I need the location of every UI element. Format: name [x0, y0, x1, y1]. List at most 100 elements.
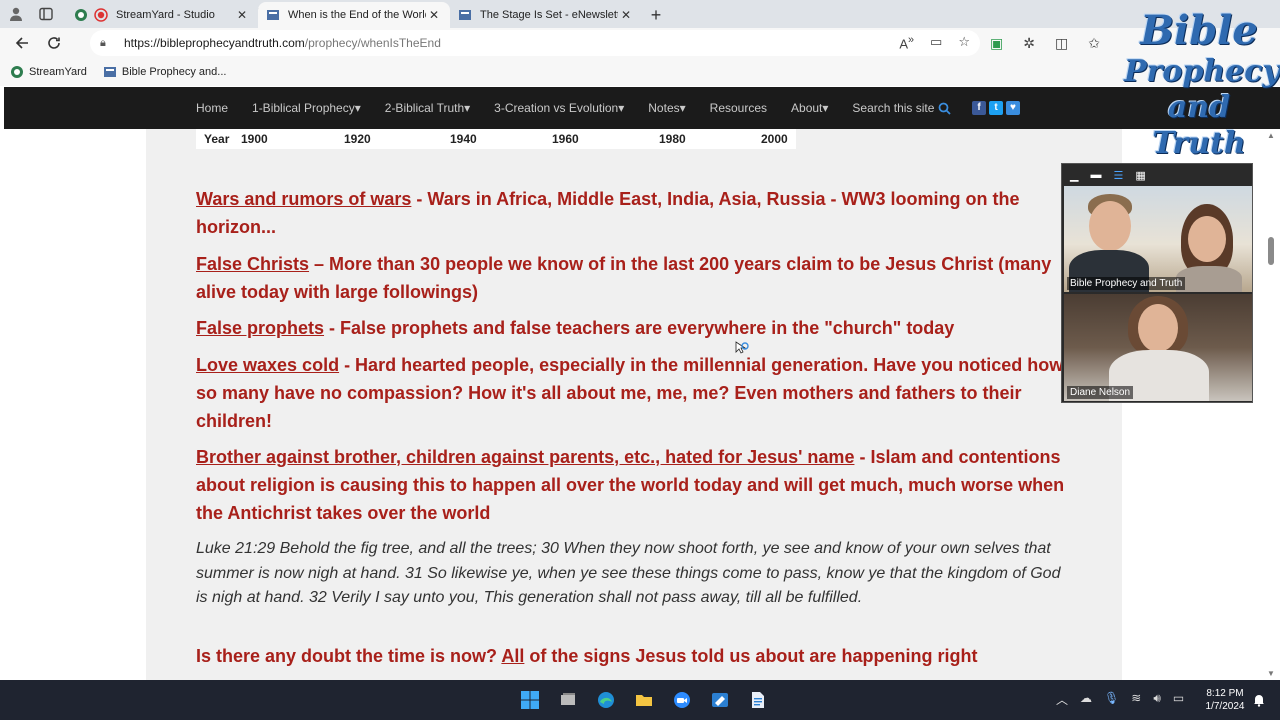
- nav-biblical-truth[interactable]: 2-Biblical Truth▾: [373, 101, 482, 115]
- camera-label: Diane Nelson: [1067, 386, 1134, 399]
- email-icon[interactable]: ♥: [1006, 101, 1020, 115]
- minimize-icon[interactable]: ▁: [1070, 169, 1078, 182]
- extension-green-icon[interactable]: ▣: [990, 35, 1003, 52]
- browser-tab-strip: StreamYard - Studio ✕ When is the End of…: [0, 0, 1280, 28]
- favorite-star-icon[interactable]: ☆: [958, 34, 970, 51]
- site-favicon-icon: [459, 10, 471, 20]
- lock-icon[interactable]: 🔒︎: [100, 37, 118, 50]
- sign-false-prophets: False prophets - False prophets and fals…: [196, 318, 955, 338]
- back-arrow-icon: [15, 37, 28, 49]
- clock-date: 1/7/2024: [1205, 701, 1245, 712]
- caret-down-icon: ▾: [679, 101, 686, 115]
- nav-biblical-prophecy[interactable]: 1-Biblical Prophecy▾: [240, 101, 373, 115]
- document-taskbar-button[interactable]: [746, 688, 770, 712]
- folder-icon: [636, 695, 652, 706]
- volume-icon[interactable]: 🔊︎: [1153, 691, 1161, 708]
- mouse-cursor-icon: [735, 341, 749, 354]
- url-host: https://bibleprophecyandtruth.com: [124, 36, 305, 50]
- refresh-button[interactable]: [38, 29, 70, 57]
- nav-about[interactable]: About▾: [779, 101, 840, 115]
- sign-brother-against-brother: Brother against brother, children agains…: [196, 447, 1065, 523]
- taskbar-clock[interactable]: 8:12 PM 1/7/2024: [1200, 687, 1250, 713]
- scrollbar-thumb[interactable]: [1268, 237, 1274, 265]
- sign-link[interactable]: Brother against brother, children agains…: [196, 447, 854, 467]
- new-tab-button[interactable]: +: [642, 2, 670, 28]
- tab-title: The Stage Is Set - eNewsletter: [480, 9, 618, 21]
- close-tab-icon[interactable]: ✕: [426, 8, 442, 22]
- sign-wars: Wars and rumors of wars - Wars in Africa…: [196, 189, 1020, 237]
- app-taskbar-button[interactable]: [708, 688, 732, 712]
- tab-when-is-the-end[interactable]: When is the End of the World - B ✕: [258, 2, 450, 28]
- site-navigation: Home 1-Biblical Prophecy▾ 2-Biblical Tru…: [4, 87, 1280, 129]
- zoom-taskbar-button[interactable]: [670, 688, 694, 712]
- close-tab-icon[interactable]: ✕: [234, 8, 250, 22]
- video-layout-toolbar: ▁ ▬ ☰ ▦: [1062, 164, 1254, 186]
- axis-tick: 1920: [344, 132, 371, 146]
- camera-label: Bible Prophecy and Truth: [1067, 277, 1186, 290]
- nav-creation-vs-evolution[interactable]: 3-Creation vs Evolution▾: [482, 101, 636, 115]
- sign-link[interactable]: False Christs: [196, 254, 309, 274]
- facebook-icon[interactable]: f: [972, 101, 986, 115]
- sign-link[interactable]: Wars and rumors of wars: [196, 189, 411, 209]
- file-explorer-button[interactable]: [632, 688, 656, 712]
- browser-toolbar: 🔒︎ https://bibleprophecyandtruth.com/pro…: [0, 28, 1280, 58]
- caret-down-icon: ▾: [464, 101, 471, 115]
- battery-icon[interactable]: ▭: [1173, 691, 1184, 708]
- bookmark-streamyard[interactable]: StreamYard: [10, 65, 87, 79]
- camera-feed-1: Bible Prophecy and Truth: [1064, 186, 1252, 292]
- edge-taskbar-button[interactable]: [594, 688, 618, 712]
- axis-tick: 1980: [659, 132, 686, 146]
- all-link[interactable]: All: [501, 646, 524, 666]
- task-view-button[interactable]: [556, 688, 580, 712]
- tab-stage-is-set[interactable]: The Stage Is Set - eNewsletter ✕: [450, 2, 642, 28]
- immersive-reader-icon[interactable]: ▭: [930, 34, 942, 51]
- address-bar[interactable]: 🔒︎ https://bibleprophecyandtruth.com/pro…: [90, 30, 980, 56]
- microphone-icon[interactable]: 🎙︎: [1104, 691, 1119, 708]
- axis-tick: 1940: [450, 132, 477, 146]
- favorites-icon[interactable]: ✩: [1088, 35, 1100, 52]
- caret-down-icon: ▾: [354, 101, 361, 115]
- site-search[interactable]: Search this site: [840, 101, 952, 115]
- streamyard-favicon-icon: [75, 9, 87, 21]
- person-face: [1089, 201, 1131, 251]
- twitter-icon[interactable]: t: [989, 101, 1003, 115]
- axis-tick: 2000: [761, 132, 788, 146]
- compact-layout-icon[interactable]: ▬: [1090, 169, 1101, 181]
- notification-bell-icon[interactable]: [1252, 693, 1266, 707]
- recording-icon: [94, 8, 108, 22]
- caret-down-icon: ▾: [618, 101, 625, 115]
- nav-notes[interactable]: Notes▾: [636, 101, 697, 115]
- sign-link[interactable]: False prophets: [196, 318, 324, 338]
- start-button[interactable]: [518, 688, 542, 712]
- nav-home[interactable]: Home: [184, 101, 240, 115]
- split-screen-icon[interactable]: ◫: [1055, 35, 1068, 52]
- tab-actions-icon[interactable]: [38, 6, 54, 22]
- page-scrollbar[interactable]: ▲ ▼: [1265, 129, 1277, 680]
- stacked-layout-icon[interactable]: ☰: [1113, 169, 1123, 182]
- show-hidden-icons-icon[interactable]: ︿: [1056, 691, 1068, 708]
- wifi-icon[interactable]: ≋: [1131, 691, 1141, 708]
- article-content: Year 1900 1920 1940 1960 1980 2000 Wars …: [146, 129, 1122, 680]
- scroll-down-icon[interactable]: ▼: [1267, 669, 1275, 678]
- profile-icon[interactable]: [8, 6, 24, 22]
- onedrive-cloud-icon[interactable]: ☁: [1080, 691, 1092, 708]
- tab-streamyard[interactable]: StreamYard - Studio ✕: [66, 2, 259, 28]
- refresh-icon: [48, 37, 60, 49]
- bible-prophecy-logo: Bible Prophecy and Truth: [1124, 8, 1280, 162]
- url-path: /prophecy/whenIsTheEnd: [304, 36, 441, 50]
- site-favicon-icon: [267, 10, 279, 20]
- camera-feed-2: Diane Nelson: [1064, 294, 1252, 401]
- close-tab-icon[interactable]: ✕: [618, 8, 634, 22]
- sign-link[interactable]: Love waxes cold: [196, 355, 339, 375]
- back-button[interactable]: [6, 29, 38, 57]
- edge-browser-icon: [598, 692, 614, 708]
- sign-love-waxes-cold: Love waxes cold - Hard hearted people, e…: [196, 355, 1064, 431]
- extensions-puzzle-icon[interactable]: ✲: [1023, 35, 1035, 52]
- nav-resources[interactable]: Resources: [698, 101, 779, 115]
- zoom-icon: [674, 692, 690, 708]
- read-aloud-icon[interactable]: A»: [899, 34, 914, 51]
- task-view-icon: [561, 693, 575, 705]
- grid-layout-icon[interactable]: ▦: [1135, 169, 1145, 182]
- bookmark-bible-prophecy[interactable]: Bible Prophecy and...: [103, 65, 226, 79]
- system-tray: ︿ ☁ 🎙︎ ≋ 🔊︎ ▭: [1056, 691, 1184, 708]
